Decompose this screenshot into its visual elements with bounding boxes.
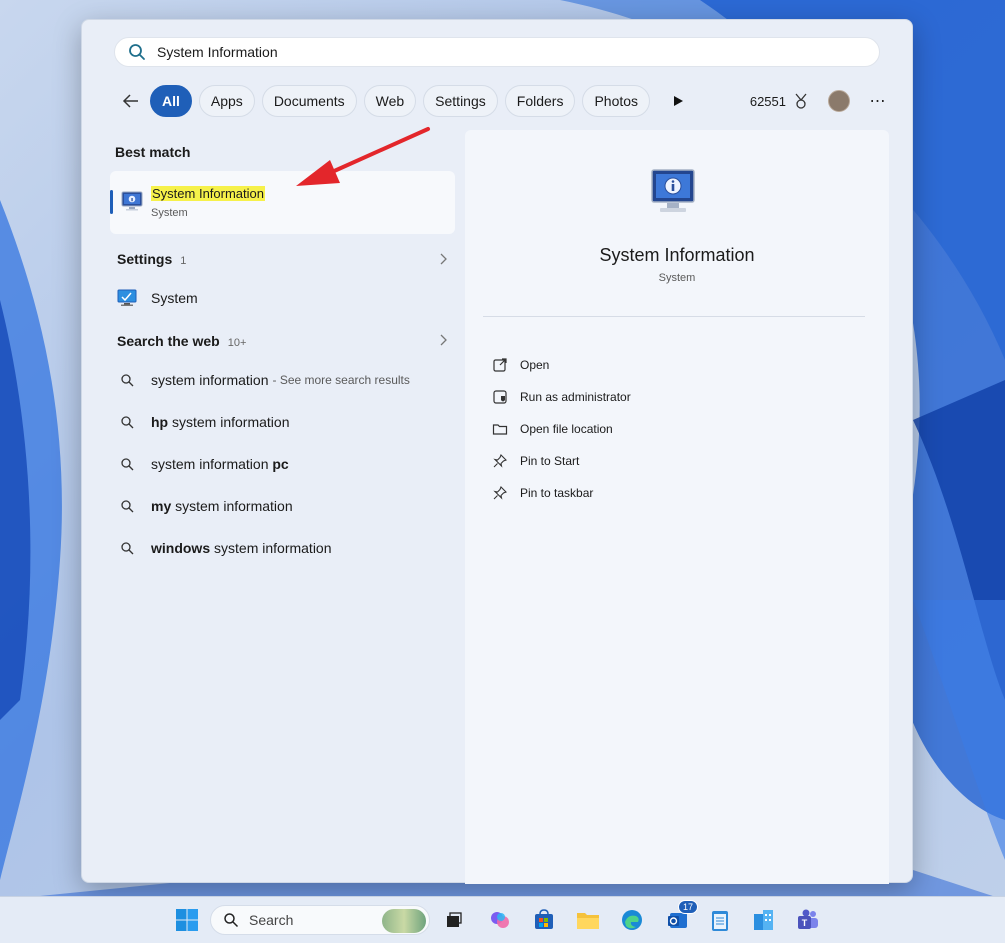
filter-chip-web[interactable]: Web [363, 85, 417, 117]
web-suggestion-text: system information [210, 540, 332, 556]
pin-icon [491, 452, 509, 470]
settings-section-heading: Settings 1 [117, 251, 187, 267]
best-match-heading: Best match [115, 144, 191, 160]
pin-icon [491, 484, 509, 502]
search-box[interactable] [114, 37, 880, 67]
action-label: Open file location [520, 422, 613, 436]
search-icon [117, 415, 137, 429]
web-suggestion-text: system information [168, 414, 290, 430]
search-input[interactable] [157, 44, 837, 60]
task-view-icon[interactable] [440, 906, 468, 934]
action-label: Open [520, 358, 550, 372]
selection-indicator [110, 190, 113, 214]
mail-unread-badge: 17 [677, 900, 698, 914]
web-count: 10+ [227, 337, 247, 349]
web-suggestion-2[interactable]: hp system information [117, 414, 289, 430]
search-highlight-image [382, 909, 426, 933]
start-button[interactable] [173, 906, 201, 934]
copilot-icon[interactable] [486, 906, 514, 934]
outlook-mail-icon[interactable]: 17 [664, 900, 698, 934]
monitor-settings-icon [117, 289, 137, 307]
web-suggestion-bold: hp [151, 414, 169, 430]
best-match-title: System Information [151, 186, 265, 201]
web-suggestion-text: system information [151, 372, 269, 388]
web-suggestion-bold: windows [151, 540, 211, 556]
web-suggestion-text: system information [151, 456, 273, 472]
web-suggestion-bold: my [151, 498, 172, 514]
svg-text:T: T [802, 918, 808, 928]
rewards-medal-icon[interactable] [792, 92, 810, 110]
more-options-icon[interactable]: ⋯ [868, 91, 888, 111]
filter-chip-apps[interactable]: Apps [198, 85, 255, 117]
search-icon [117, 457, 137, 471]
system-information-large-icon [651, 169, 695, 212]
detail-title: System Information [599, 245, 755, 265]
windows-logo-icon [176, 909, 198, 931]
file-explorer-icon[interactable] [574, 906, 602, 934]
web-suggestion-text: system information [171, 498, 293, 514]
web-suggestion-extra: - See more search results [272, 373, 410, 387]
azure-app-icon[interactable] [750, 906, 778, 934]
search-icon [117, 373, 137, 387]
web-suggestion-bold: pc [272, 456, 289, 472]
web-suggestion-4[interactable]: my system information [117, 498, 293, 514]
user-avatar[interactable] [828, 90, 850, 112]
start-search-panel: All Apps Documents Web Settings Folders … [81, 19, 913, 884]
action-label: Pin to taskbar [520, 486, 594, 500]
detail-subtitle: System [658, 272, 696, 284]
teams-icon[interactable]: T [794, 906, 822, 934]
taskbar: Search 17 T [0, 896, 1005, 943]
detail-divider [483, 316, 865, 317]
search-icon [224, 913, 239, 928]
action-label: Pin to Start [520, 454, 580, 468]
notepad-icon[interactable] [706, 906, 734, 934]
taskbar-search-box[interactable]: Search [210, 905, 430, 935]
web-section-heading: Search the web 10+ [117, 333, 247, 349]
edge-browser-icon[interactable] [618, 906, 646, 934]
action-open[interactable]: Open [491, 356, 549, 374]
action-pin-to-start[interactable]: Pin to Start [491, 452, 579, 470]
filter-bar: All Apps Documents Web Settings Folders … [118, 85, 888, 117]
settings-item-label: System [151, 290, 198, 306]
search-icon [117, 541, 137, 555]
rewards-points: 62551 [749, 93, 786, 109]
search-icon [117, 499, 137, 513]
settings-item-system[interactable]: System [117, 289, 198, 307]
web-expand-chevron-icon[interactable] [438, 333, 448, 347]
best-match-subtitle: System [151, 207, 188, 219]
action-pin-to-taskbar[interactable]: Pin to taskbar [491, 484, 593, 502]
open-external-icon [491, 356, 509, 374]
web-suggestion-3[interactable]: system information pc [117, 456, 289, 472]
microsoft-store-icon[interactable] [530, 906, 558, 934]
back-arrow-icon[interactable] [118, 88, 144, 114]
action-run-as-administrator[interactable]: Run as administrator [491, 388, 631, 406]
taskbar-search-label: Search [249, 912, 294, 928]
best-match-result[interactable]: System Information System [110, 171, 455, 234]
filter-chip-all[interactable]: All [150, 85, 192, 117]
result-detail-pane: System Information System Open Run as ad… [465, 130, 889, 884]
web-suggestion-5[interactable]: windows system information [117, 540, 332, 556]
shield-icon [491, 388, 509, 406]
action-open-file-location[interactable]: Open file location [491, 420, 613, 438]
action-label: Run as administrator [520, 390, 631, 404]
more-filters-play-icon[interactable] [665, 88, 691, 114]
search-icon [129, 44, 145, 60]
settings-expand-chevron-icon[interactable] [438, 252, 448, 266]
settings-count: 1 [180, 255, 187, 267]
filter-chip-settings[interactable]: Settings [423, 85, 498, 117]
system-information-app-icon [121, 191, 143, 211]
web-suggestion-1[interactable]: system information - See more search res… [117, 372, 410, 388]
filter-chip-documents[interactable]: Documents [261, 85, 357, 117]
filter-chip-photos[interactable]: Photos [582, 85, 651, 117]
filter-chip-folders[interactable]: Folders [504, 85, 576, 117]
folder-icon [491, 420, 509, 438]
search-toolbar-right: 62551 ⋯ [750, 90, 888, 112]
